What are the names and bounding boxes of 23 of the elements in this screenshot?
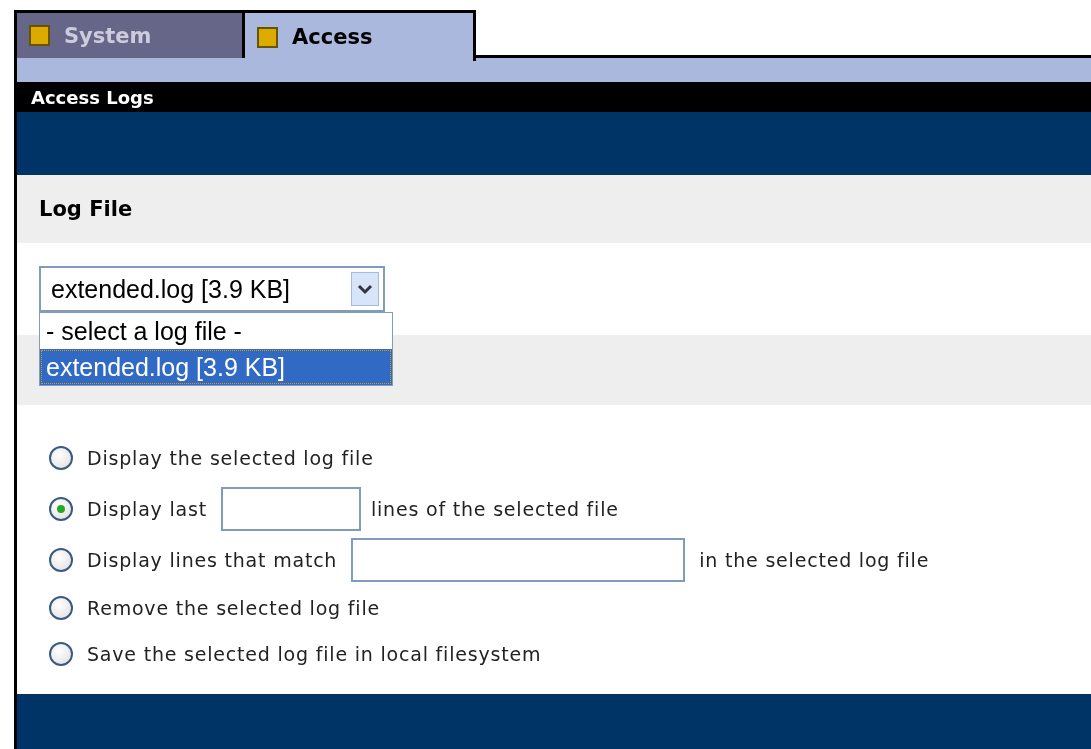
option-label: Remove the selected log file bbox=[87, 597, 380, 619]
radio-button[interactable] bbox=[49, 596, 73, 620]
log-file-heading: Log File bbox=[39, 197, 133, 221]
radio-button[interactable] bbox=[49, 548, 73, 572]
option-label: Display lines that match bbox=[87, 549, 338, 571]
chevron-down-icon bbox=[351, 272, 379, 306]
input-field[interactable] bbox=[220, 487, 361, 531]
tab[interactable]: Access bbox=[245, 10, 476, 61]
square-icon bbox=[257, 26, 278, 48]
option-label: Display the selected log file bbox=[87, 447, 374, 469]
option-label: Display last bbox=[87, 498, 207, 520]
radio-button[interactable] bbox=[49, 497, 73, 521]
log-file-dropdown[interactable]: extended.log [3.9 KB] bbox=[39, 266, 385, 312]
radio-button[interactable] bbox=[49, 642, 73, 666]
option-label: Save the selected log file in local filesystem bbox=[87, 643, 542, 665]
input-field[interactable] bbox=[351, 538, 686, 582]
option-label: lines of the selected file bbox=[370, 498, 619, 520]
option-label: in the selected log file bbox=[699, 549, 930, 571]
radio-button[interactable] bbox=[49, 446, 73, 470]
dropdown-option[interactable]: extended.log [3.9 KB] bbox=[40, 349, 392, 385]
section-title: Access Logs bbox=[31, 86, 154, 108]
square-icon bbox=[29, 25, 50, 46]
dropdown-option[interactable]: - select a log file - bbox=[40, 313, 392, 349]
